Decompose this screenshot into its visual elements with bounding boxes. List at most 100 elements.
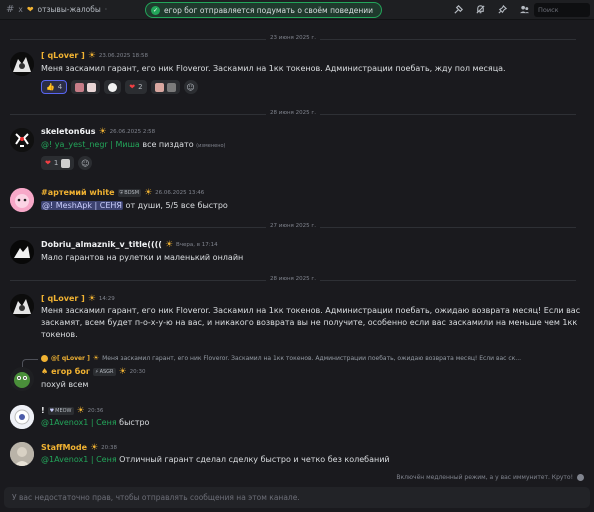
reaction-heart[interactable]: ❤ 2 bbox=[125, 80, 147, 94]
header-toolbar bbox=[453, 4, 530, 15]
sun-badge-icon: ☀ bbox=[87, 293, 96, 304]
date-divider: 23 июня 2025 г. bbox=[10, 35, 576, 41]
members-icon[interactable] bbox=[519, 4, 530, 15]
author-name[interactable]: ! bbox=[41, 406, 45, 415]
avatar[interactable] bbox=[10, 240, 34, 264]
author-name[interactable]: Dobriu_almaznik_v_title(((( bbox=[41, 240, 162, 249]
role-tag: ⚡ ASGR bbox=[93, 367, 116, 376]
message-body: Отличный гарант сделал сделку быстро и ч… bbox=[116, 455, 390, 464]
author-name[interactable]: StaffMode bbox=[41, 443, 87, 452]
message-line: Меня заскамил гарант, его ник Floveror. … bbox=[41, 306, 581, 315]
reply-avatar bbox=[41, 354, 48, 362]
heart-icon: ❤ bbox=[26, 5, 34, 14]
add-reaction-button[interactable]: ☺ bbox=[183, 80, 198, 94]
heart-icon: ❤ bbox=[45, 159, 51, 167]
threads-hash-icon: # bbox=[6, 4, 15, 15]
user-mention[interactable]: @1Avenox1 | Сеня bbox=[41, 418, 117, 427]
sun-badge-icon: ☀ bbox=[98, 126, 107, 137]
heart-icon: ❤ bbox=[129, 83, 136, 91]
add-reaction-button[interactable]: ☺ bbox=[78, 156, 93, 170]
message-text: Меня заскамил гарант, его ник Floveror. … bbox=[41, 64, 506, 73]
search-input[interactable]: Поиск bbox=[534, 3, 590, 17]
sun-badge-icon: ☀ bbox=[92, 354, 100, 362]
message-header: ♠ егор бог ⚡ ASGR ☀ 20:30 bbox=[41, 367, 145, 376]
soccer-ball-icon bbox=[108, 82, 118, 92]
notification-bell-icon[interactable] bbox=[475, 4, 486, 15]
reaction-custom[interactable] bbox=[71, 80, 101, 94]
role-icon: ♠ bbox=[41, 367, 49, 376]
message-text: @! MeshApk | СЕНЯ от души, 5/5 все быстр… bbox=[41, 200, 228, 212]
custom-emoji-icon bbox=[154, 82, 164, 92]
clock-icon bbox=[577, 474, 584, 481]
user-mention[interactable]: @! MeshApk | СЕНЯ bbox=[41, 201, 123, 210]
reaction-custom[interactable] bbox=[104, 80, 122, 94]
reaction-thumbs-up[interactable]: 👍 4 bbox=[41, 80, 68, 94]
user-mention[interactable]: @1Avenox1 | Сеня bbox=[41, 455, 117, 464]
reaction-bar: 👍 4 ❤ 2 ☺ bbox=[41, 80, 198, 94]
role-tag: ♥ MEOW bbox=[47, 406, 74, 415]
custom-emoji-icon bbox=[166, 82, 176, 92]
sun-badge-icon: ☀ bbox=[118, 366, 127, 377]
lightning-icon: ⚡ bbox=[95, 368, 99, 375]
custom-emoji-icon bbox=[75, 82, 85, 92]
message-composer[interactable]: У вас недостаточно прав, чтобы отправлят… bbox=[4, 487, 590, 508]
role-tag-label: MEOW bbox=[55, 407, 72, 414]
message-header: #артемий white ⛨ BDSM ☀ 26.06.2025 13:46 bbox=[41, 188, 204, 197]
message-header: skeleton6us ☀ 26.06.2025 2:58 bbox=[41, 127, 155, 136]
avatar[interactable] bbox=[10, 367, 34, 391]
threads-icon[interactable] bbox=[453, 4, 464, 15]
message-body: все пиздато bbox=[139, 140, 194, 149]
timestamp: Вчера, в 17:14 bbox=[176, 241, 218, 248]
avatar[interactable] bbox=[10, 128, 34, 152]
role-tag-label: BDSM bbox=[124, 189, 140, 196]
author-name[interactable]: skeleton6us bbox=[41, 127, 96, 136]
avatar[interactable] bbox=[10, 442, 34, 466]
author-name[interactable]: егор бог bbox=[51, 367, 90, 376]
message-header: [ qLover ] ☀ 14:29 bbox=[41, 294, 115, 303]
timestamp: 20:36 bbox=[87, 407, 104, 414]
author-name[interactable]: [ qLover ] bbox=[41, 51, 85, 60]
author-name[interactable]: #артемий white bbox=[41, 188, 115, 197]
date-divider-label: 28 июня 2025 г. bbox=[266, 276, 320, 282]
message-list: 23 июня 2025 г. [ qLover ] ☀ 23.06.2025 … bbox=[0, 28, 594, 484]
avatar[interactable] bbox=[10, 52, 34, 76]
channel-prefix: x bbox=[18, 5, 23, 14]
sun-badge-icon: ☀ bbox=[164, 239, 174, 250]
author-name[interactable]: [ qLover ] bbox=[41, 294, 85, 303]
reaction-custom[interactable] bbox=[150, 80, 180, 94]
channel-name[interactable]: отзывы-жалобы bbox=[38, 5, 101, 14]
message-text: @! ya_yest_negr | Миша все пиздато (изме… bbox=[41, 139, 226, 152]
message-header: ! ♥ MEOW ☀ 20:36 bbox=[41, 406, 103, 415]
reaction-heart[interactable]: ❤ 1 bbox=[41, 156, 75, 170]
check-icon: ✓ bbox=[151, 5, 160, 15]
reply-connector bbox=[22, 359, 38, 367]
role-tag-label: ASGR bbox=[99, 368, 114, 375]
date-divider: 28 июня 2025 г. bbox=[10, 276, 576, 282]
pin-icon[interactable] bbox=[497, 4, 508, 15]
reaction-count: 1 bbox=[53, 159, 59, 167]
date-divider-label: 23 июня 2025 г. bbox=[266, 35, 320, 41]
channel-title-group: # x ❤ отзывы-жалобы · bbox=[0, 4, 107, 15]
user-mention[interactable]: @! ya_yest_negr | Миша bbox=[41, 140, 140, 149]
avatar[interactable] bbox=[10, 188, 34, 212]
avatar[interactable] bbox=[10, 294, 34, 318]
notification-toast: ✓ егор бог отправляется подумать о своём… bbox=[145, 2, 383, 18]
date-divider-label: 27 июня 2025 г. bbox=[266, 223, 320, 229]
channel-header: # x ❤ отзывы-жалобы · ✓ егор бог отправл… bbox=[0, 0, 594, 20]
reply-preview[interactable]: @[ qLover ] ☀ Меня заскамил гарант, его … bbox=[41, 354, 521, 362]
sun-badge-icon: ☀ bbox=[76, 405, 85, 416]
separator-dot: · bbox=[104, 5, 108, 14]
reaction-count: 4 bbox=[57, 83, 63, 91]
timestamp: 14:29 bbox=[98, 295, 115, 302]
timestamp: 26.06.2025 13:46 bbox=[155, 189, 205, 196]
edited-label: (изменено) bbox=[196, 143, 226, 149]
reply-author: @[ qLover ] bbox=[51, 354, 90, 362]
message-text: Мало гарантов на рулетки и маленький онл… bbox=[41, 253, 244, 262]
avatar[interactable] bbox=[10, 405, 34, 429]
message-text: похуй всем bbox=[41, 380, 89, 389]
date-divider-label: 28 июня 2025 г. bbox=[266, 110, 320, 116]
timestamp: 20:38 bbox=[101, 444, 118, 451]
slowmode-notice: Включён медленный режим, а у вас иммунит… bbox=[396, 474, 584, 481]
timestamp: 26.06.2025 2:58 bbox=[109, 128, 156, 135]
message-header: [ qLover ] ☀ 23.06.2025 18:58 bbox=[41, 51, 148, 60]
